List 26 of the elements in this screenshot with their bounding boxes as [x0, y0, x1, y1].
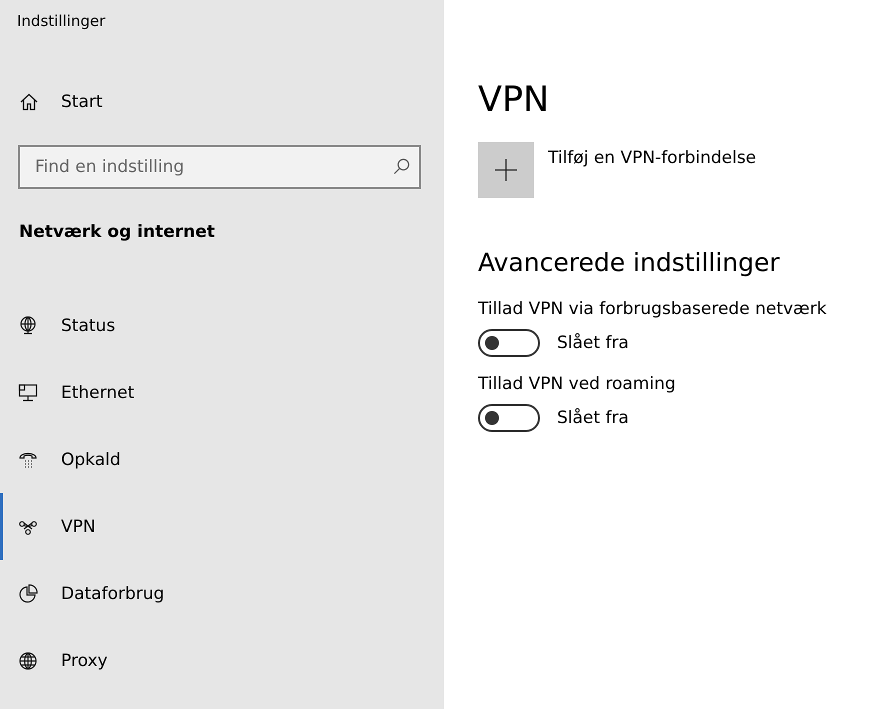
setting-label: Tillad VPN ved roaming — [478, 374, 677, 396]
nav-item[interactable]: VPN — [0, 493, 444, 560]
nav-item[interactable]: Opkald — [0, 426, 444, 493]
nav-item[interactable]: Dataforbrug — [0, 560, 444, 627]
section-heading: Netværk og internet — [19, 222, 216, 244]
home-link[interactable]: Start — [19, 90, 444, 114]
setting-label: Tillad VPN via forbrugsbaserede netværk — [478, 299, 828, 321]
toggle-state: Slået fra — [557, 333, 629, 353]
nav-item[interactable]: Proxy — [0, 627, 444, 694]
globe-icon — [18, 650, 38, 670]
search-field[interactable]: Find en indstilling — [18, 145, 421, 189]
pie-chart-icon — [18, 584, 38, 604]
ethernet-icon — [18, 382, 38, 402]
globe-monitor-icon — [18, 316, 38, 336]
nav-item[interactable]: Ethernet — [0, 359, 444, 426]
page-title: VPN — [478, 79, 550, 122]
toggle-switch[interactable] — [478, 329, 540, 357]
search-icon — [392, 157, 411, 176]
plus-icon — [495, 159, 517, 181]
home-icon — [19, 92, 39, 112]
section-heading: Avancerede indstillinger — [478, 248, 781, 279]
window-title: Indstillinger — [17, 12, 106, 32]
toggle-switch[interactable] — [478, 404, 540, 432]
nav-item[interactable]: Status — [0, 292, 444, 359]
add-vpn-label[interactable]: Tilføj en VPN-forbindelse — [548, 148, 756, 168]
toggle-state: Slået fra — [557, 408, 629, 428]
